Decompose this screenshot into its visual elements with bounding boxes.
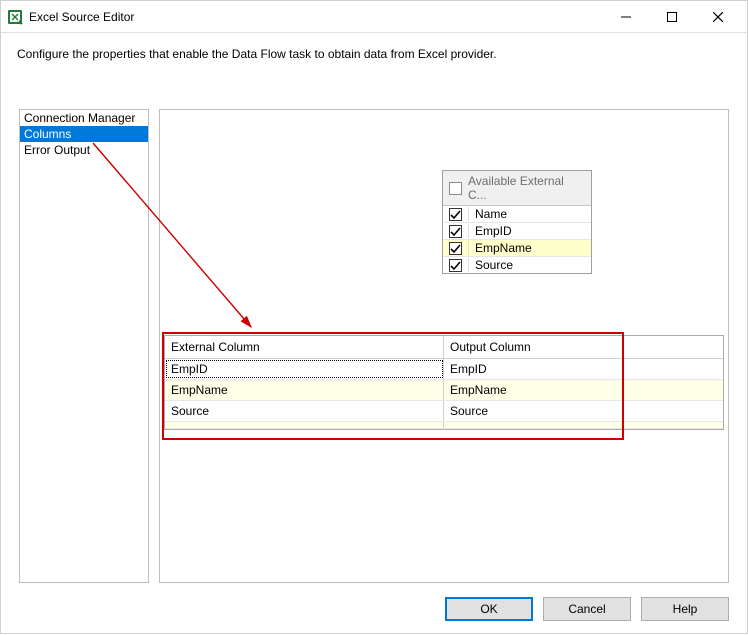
grid-row[interactable]: EmpID EmpID	[165, 359, 723, 380]
available-columns-header: Available External C...	[443, 171, 591, 206]
grid-row[interactable]: EmpName EmpName	[165, 380, 723, 401]
grid-row[interactable]: Source Source	[165, 401, 723, 422]
grid-cell-external[interactable]: Source	[165, 401, 444, 421]
grid-cell-output[interactable]	[444, 422, 723, 428]
checkbox-source[interactable]	[449, 259, 462, 272]
help-button[interactable]: Help	[641, 597, 729, 621]
checkbox-empname[interactable]	[449, 242, 462, 255]
available-row-label: Source	[475, 258, 513, 272]
ok-button[interactable]: OK	[445, 597, 533, 621]
maximize-button[interactable]	[649, 1, 695, 32]
close-button[interactable]	[695, 1, 741, 32]
checkbox-empid[interactable]	[449, 225, 462, 238]
grid-row-empty[interactable]	[165, 422, 723, 429]
available-row-label: EmpID	[475, 224, 512, 238]
grid-cell-external[interactable]: EmpName	[165, 380, 444, 400]
sidebar-item-connection-manager[interactable]: Connection Manager	[20, 110, 148, 126]
checkbox-name[interactable]	[449, 208, 462, 221]
dialog-buttons: OK Cancel Help	[445, 597, 729, 621]
grid-cell-output[interactable]: Source	[444, 401, 723, 421]
available-row-name[interactable]: Name	[443, 206, 591, 223]
main-panel: Available External C... Name EmpID EmpNa…	[159, 109, 729, 583]
sidebar-item-columns[interactable]: Columns	[20, 126, 148, 142]
titlebar: Excel Source Editor	[1, 1, 747, 33]
grid-header-output[interactable]: Output Column	[444, 336, 723, 358]
available-columns-header-label: Available External C...	[468, 174, 585, 202]
available-row-label: EmpName	[475, 241, 532, 255]
grid-cell-output[interactable]: EmpID	[444, 359, 723, 379]
available-row-empid[interactable]: EmpID	[443, 223, 591, 240]
workarea: Connection Manager Columns Error Output …	[19, 109, 729, 583]
available-row-source[interactable]: Source	[443, 257, 591, 273]
available-external-columns: Available External C... Name EmpID EmpNa…	[442, 170, 592, 274]
app-icon	[7, 9, 23, 25]
cancel-button[interactable]: Cancel	[543, 597, 631, 621]
grid-header: External Column Output Column	[165, 336, 723, 359]
grid-cell-output[interactable]: EmpName	[444, 380, 723, 400]
sidebar-item-error-output[interactable]: Error Output	[20, 142, 148, 158]
available-row-empname[interactable]: EmpName	[443, 240, 591, 257]
window-title: Excel Source Editor	[29, 10, 603, 24]
grid-cell-external[interactable]	[165, 422, 444, 428]
page-sidebar: Connection Manager Columns Error Output	[19, 109, 149, 583]
grid-cell-external[interactable]: EmpID	[165, 359, 444, 379]
available-row-label: Name	[475, 207, 507, 221]
select-all-checkbox[interactable]	[449, 182, 462, 195]
minimize-button[interactable]	[603, 1, 649, 32]
grid-header-external[interactable]: External Column	[165, 336, 444, 358]
dialog-description: Configure the properties that enable the…	[1, 33, 747, 75]
column-mapping-grid: External Column Output Column EmpID EmpI…	[164, 335, 724, 430]
